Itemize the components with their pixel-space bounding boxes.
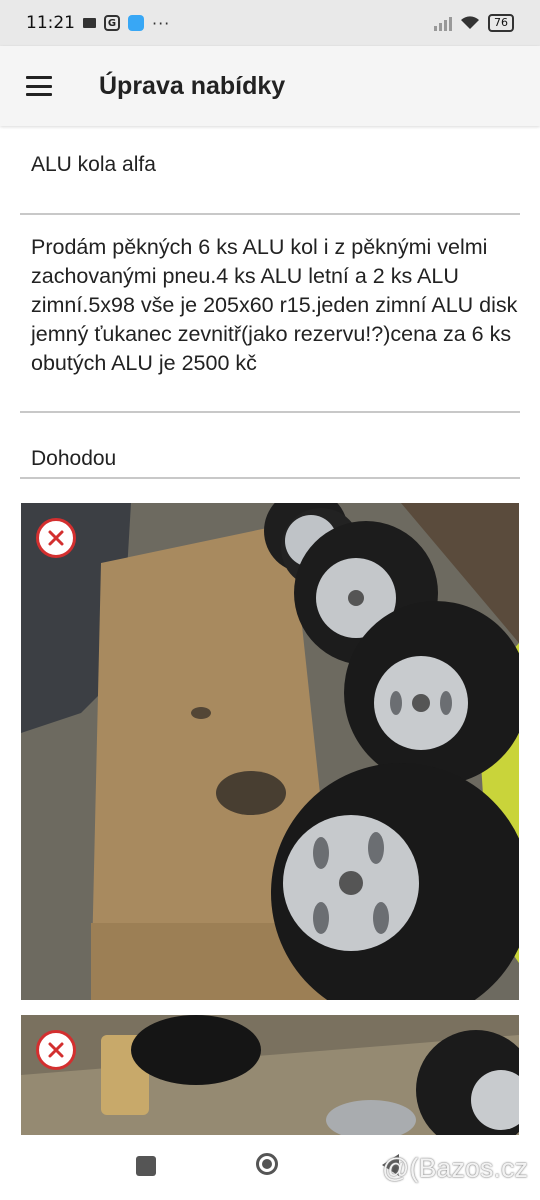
system-icons: 76 — [434, 14, 514, 32]
system-nav-bar: @(Bazos.cz — [0, 1135, 540, 1200]
price-field[interactable]: Dohodou — [20, 438, 520, 479]
title-field[interactable]: ALU kola alfa — [20, 140, 520, 215]
wheels-photo — [21, 503, 519, 1000]
more-notifications-icon: ··· — [152, 13, 171, 33]
wheel-helmet-photo — [21, 1015, 519, 1135]
remove-photo-2-button[interactable] — [36, 1030, 76, 1070]
price-input-value: Dohodou — [31, 447, 117, 470]
wifi-icon — [461, 16, 479, 29]
close-icon — [48, 1042, 64, 1058]
menu-icon[interactable] — [26, 76, 52, 96]
app-bar: Úprava nabídky — [0, 46, 540, 126]
notification-icons: G ··· — [83, 14, 170, 33]
watermark: @(Bazos.cz — [382, 1153, 528, 1183]
description-input-value: Prodám pěkných 6 ks ALU kol i z pěknými … — [31, 235, 518, 375]
close-icon — [48, 530, 64, 546]
signal-icon — [434, 15, 452, 31]
recent-apps-button[interactable] — [136, 1156, 156, 1176]
home-button[interactable] — [256, 1153, 278, 1175]
mail-icon — [83, 18, 96, 28]
status-bar: 11:21 G ··· 76 — [0, 0, 540, 46]
title-input-value: ALU kola alfa — [31, 153, 156, 176]
photo-thumbnail-1[interactable] — [21, 503, 519, 1000]
battery-icon: 76 — [488, 14, 514, 32]
description-field[interactable]: Prodám pěkných 6 ks ALU kol i z pěknými … — [20, 230, 520, 413]
app-notification-icon — [128, 15, 144, 31]
g-app-icon: G — [104, 15, 120, 31]
remove-photo-1-button[interactable] — [36, 518, 76, 558]
status-time: 11:21 — [26, 13, 75, 33]
page-title: Úprava nabídky — [99, 71, 286, 100]
photo-thumbnail-2[interactable] — [21, 1015, 519, 1135]
